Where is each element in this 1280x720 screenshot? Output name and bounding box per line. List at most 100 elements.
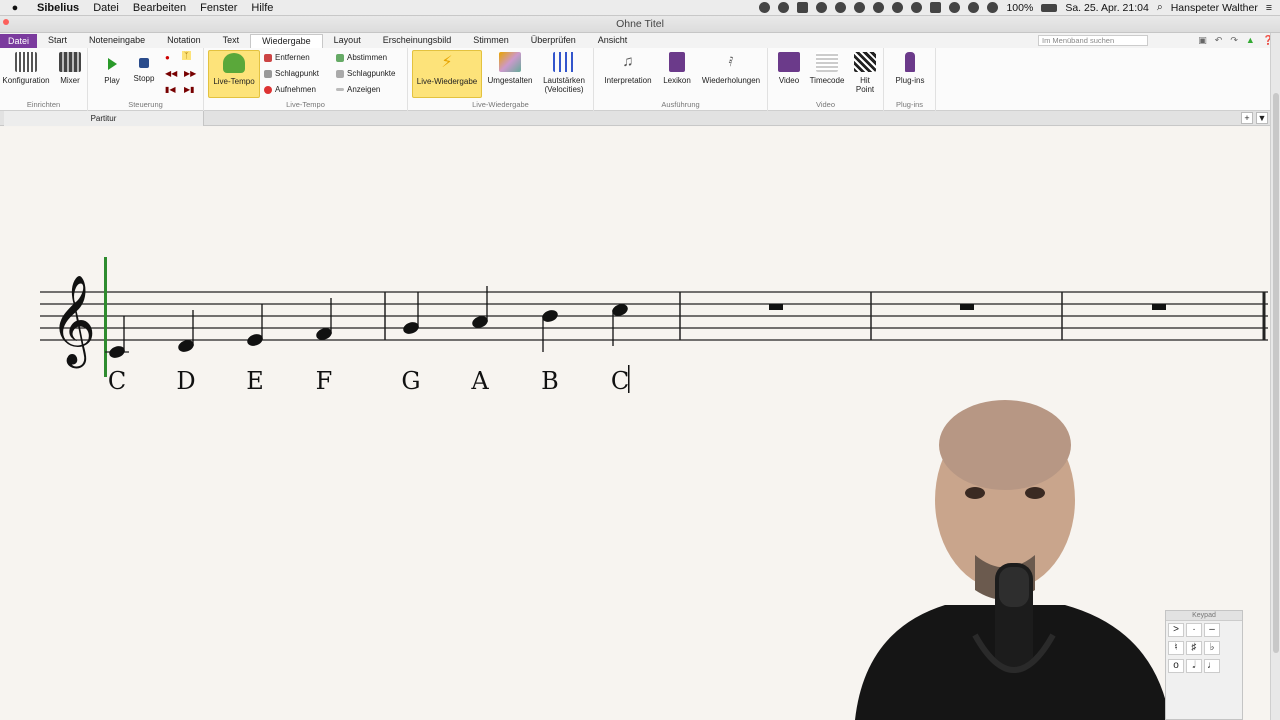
plugins-button[interactable]: Plug-ins — [888, 50, 932, 85]
status-icon[interactable] — [778, 2, 790, 13]
bluetooth-icon[interactable] — [949, 2, 961, 13]
save-icon[interactable]: ▣ — [1198, 35, 1207, 46]
video-label: Video — [778, 76, 800, 85]
undo-icon[interactable]: ↶ — [1215, 35, 1223, 46]
keypad-natural-icon[interactable]: ♮ — [1168, 641, 1184, 655]
mixer-button[interactable]: Mixer — [54, 50, 86, 85]
volume-icon[interactable] — [987, 2, 999, 13]
lyric-syllable[interactable]: G — [401, 367, 420, 395]
ribbon-search-input[interactable]: Im Menüband suchen — [1038, 35, 1148, 46]
time-machine-icon[interactable] — [911, 2, 923, 13]
lyric-syllable[interactable]: D — [176, 367, 195, 395]
scrollbar-thumb[interactable] — [1273, 93, 1279, 653]
battery-icon[interactable] — [1041, 3, 1058, 12]
tab-datei[interactable]: Datei — [0, 34, 38, 48]
menu-hilfe[interactable]: Hilfe — [244, 2, 280, 14]
status-icon[interactable] — [892, 2, 904, 13]
stopp-button[interactable]: Stopp — [128, 50, 160, 83]
keypad-sharp-icon[interactable]: ♯ — [1186, 641, 1202, 655]
live-tempo-button[interactable]: Live-Tempo — [208, 50, 260, 98]
schlagpunkte-button[interactable]: Schlagpunkte — [336, 69, 395, 78]
menu-list-icon[interactable]: ≡ — [1266, 2, 1272, 14]
lyric-syllable[interactable]: F — [316, 367, 333, 395]
tab-ueberpruefen[interactable]: Überprüfen — [520, 34, 587, 48]
fast-forward-icon[interactable]: ▶▶ — [184, 69, 196, 78]
lautstaerken-button[interactable]: Lautstärken (Velocities) — [536, 50, 592, 94]
record-icon[interactable]: ● — [165, 53, 170, 62]
keypad-palette[interactable]: Keypad > · – ♮ ♯ ♭ o 𝅗𝅥 ♩ — [1165, 610, 1243, 720]
spotlight-search-icon[interactable]: ⌕ — [1157, 1, 1163, 14]
close-window-button[interactable] — [3, 19, 9, 25]
vertical-scrollbar[interactable] — [1270, 33, 1280, 720]
dropbox-icon[interactable] — [797, 2, 809, 13]
live-mode-icon[interactable]: ᛉ — [182, 51, 191, 60]
lyric-syllable[interactable]: B — [541, 367, 559, 395]
note[interactable] — [105, 316, 129, 360]
tab-ansicht[interactable]: Ansicht — [587, 34, 639, 48]
timecode-button[interactable]: Timecode — [806, 50, 848, 85]
tab-partitur[interactable]: Partitur — [4, 111, 204, 126]
tab-layout[interactable]: Layout — [323, 34, 372, 48]
schlagpunkt-button[interactable]: Schlagpunkt — [264, 69, 319, 78]
add-tab-icon[interactable]: + — [1241, 112, 1253, 124]
keypad-tenuto-icon[interactable]: – — [1204, 623, 1220, 637]
lyric-syllable[interactable]: A — [470, 367, 489, 395]
status-icon[interactable] — [816, 2, 828, 13]
tab-text[interactable]: Text — [212, 34, 251, 48]
hit-point-button[interactable]: Hit Point — [848, 50, 882, 94]
redo-icon[interactable]: ↷ — [1230, 35, 1238, 46]
keypad-whole-note-icon[interactable]: o — [1168, 659, 1184, 673]
lexikon-button[interactable]: Lexikon — [660, 50, 694, 85]
tab-noteneingabe[interactable]: Noteneingabe — [78, 34, 156, 48]
tab-notation[interactable]: Notation — [156, 34, 212, 48]
note[interactable] — [402, 292, 421, 336]
clock[interactable]: Sa. 25. Apr. 21:04 — [1065, 2, 1148, 14]
tab-erscheinungsbild[interactable]: Erscheinungsbild — [372, 34, 463, 48]
stopp-label: Stopp — [133, 74, 155, 83]
lyric-syllable[interactable]: C — [611, 367, 629, 395]
lyric-syllable[interactable]: C — [108, 367, 126, 395]
live-wiedergabe-button[interactable]: ⚡ Live-Wiedergabe — [412, 50, 482, 98]
keypad-half-note-icon[interactable]: 𝅗𝅥 — [1186, 659, 1202, 673]
stop-icon — [139, 58, 149, 68]
keypad-flat-icon[interactable]: ♭ — [1204, 641, 1220, 655]
keypad-accent-icon[interactable]: > — [1168, 623, 1184, 637]
display-icon[interactable] — [930, 2, 942, 13]
note[interactable] — [541, 308, 560, 352]
menu-app-sibelius[interactable]: Sibelius — [30, 2, 86, 14]
tab-menu-icon[interactable]: ▼ — [1256, 112, 1268, 124]
headphones-icon[interactable] — [854, 2, 866, 13]
rewind-icon[interactable]: ◀◀ — [165, 69, 177, 78]
abstimmen-button[interactable]: Abstimmen — [336, 53, 387, 62]
apple-menu-icon[interactable]: ● — [0, 2, 30, 14]
umgestalten-button[interactable]: Umgestalten — [484, 50, 536, 85]
user-name[interactable]: Hanspeter Walther — [1171, 2, 1258, 14]
cloud-icon[interactable] — [835, 2, 847, 13]
menu-bearbeiten[interactable]: Bearbeiten — [126, 2, 193, 14]
status-icon[interactable] — [759, 2, 771, 13]
anzeigen-button[interactable]: Anzeigen — [336, 85, 380, 94]
aufnehmen-button[interactable]: Aufnehmen — [264, 85, 316, 94]
wiederholungen-button[interactable]: 𝅀 Wiederholungen — [696, 50, 766, 85]
collapse-ribbon-icon[interactable]: ▲ — [1246, 35, 1255, 46]
entfernen-button[interactable]: Entfernen — [264, 53, 310, 62]
video-button[interactable]: Video — [772, 50, 806, 85]
wifi-icon[interactable] — [968, 2, 980, 13]
tab-start[interactable]: Start — [37, 34, 78, 48]
status-icon[interactable] — [873, 2, 885, 13]
menu-datei[interactable]: Datei — [86, 2, 126, 14]
menu-fenster[interactable]: Fenster — [193, 2, 244, 14]
keypad-quarter-note-icon[interactable]: ♩ — [1204, 659, 1220, 673]
note[interactable] — [246, 304, 265, 348]
interpretation-button[interactable]: ♫ Interpretation — [598, 50, 658, 85]
to-start-icon[interactable]: ▮◀ — [165, 85, 176, 94]
wiederholungen-label: Wiederholungen — [701, 76, 761, 85]
konfiguration-button[interactable]: Konfiguration — [0, 50, 52, 85]
to-end-icon[interactable]: ▶▮ — [184, 85, 195, 94]
lyric-syllable[interactable]: E — [246, 367, 264, 395]
tab-stimmen[interactable]: Stimmen — [462, 34, 520, 48]
keypad-staccato-icon[interactable]: · — [1186, 623, 1202, 637]
tab-wiedergabe[interactable]: Wiedergabe — [250, 34, 323, 48]
schlagpunkt-label: Schlagpunkt — [275, 69, 320, 78]
play-button[interactable]: Play — [96, 50, 128, 85]
